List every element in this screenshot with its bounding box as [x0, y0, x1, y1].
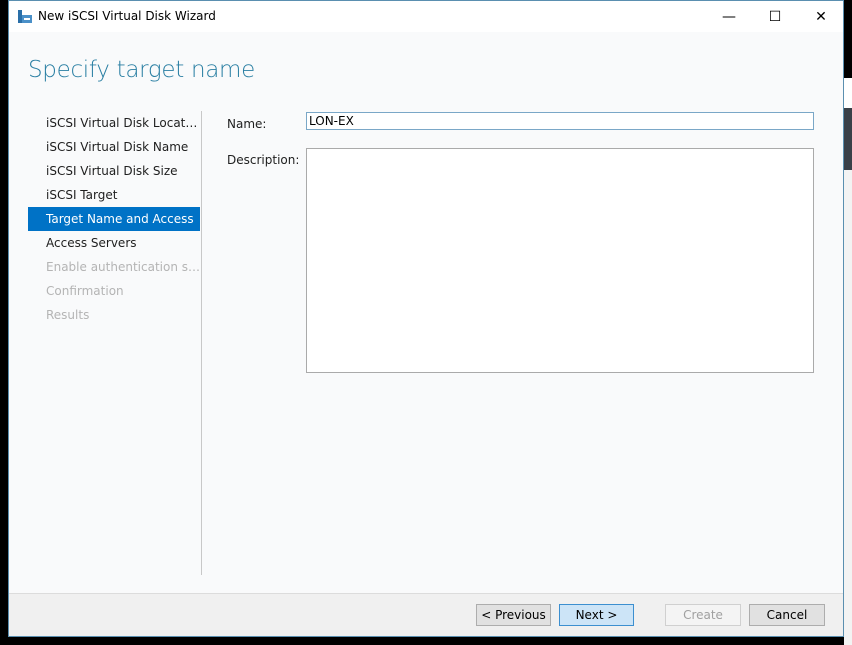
cancel-button[interactable]: Cancel [749, 604, 825, 626]
nav-divider [201, 111, 202, 575]
nav-step-authentication: Enable authentication ser... [46, 260, 200, 274]
create-button: Create [665, 604, 741, 626]
nav-step-confirmation: Confirmation [46, 284, 124, 298]
nav-step-disk-size[interactable]: iSCSI Virtual Disk Size [28, 159, 200, 183]
wizard-steps-nav: iSCSI Virtual Disk Location iSCSI Virtua… [28, 111, 200, 327]
wizard-footer: < Previous Next > Create Cancel [9, 593, 843, 636]
title-bar[interactable]: New iSCSI Virtual Disk Wizard — ☐ ✕ [9, 1, 843, 32]
nav-step-target-name-access[interactable]: Target Name and Access [28, 207, 200, 231]
nav-step-disk-name[interactable]: iSCSI Virtual Disk Name [28, 135, 200, 159]
page-title: Specify target name [28, 57, 255, 83]
previous-button[interactable]: < Previous [476, 604, 551, 626]
nav-step-results: Results [46, 308, 90, 322]
nav-step-access-servers[interactable]: Access Servers [28, 231, 200, 255]
minimize-button[interactable]: — [706, 1, 752, 32]
maximize-button[interactable]: ☐ [752, 1, 798, 32]
description-input[interactable] [306, 148, 814, 373]
name-input[interactable] [306, 112, 814, 130]
description-label: Description: [227, 153, 300, 167]
name-label: Name: [227, 117, 267, 131]
window-title: New iSCSI Virtual Disk Wizard [38, 9, 216, 23]
nav-step-disk-location[interactable]: iSCSI Virtual Disk Location [28, 111, 200, 135]
server-manager-icon [18, 10, 32, 23]
close-button[interactable]: ✕ [798, 1, 844, 32]
next-button[interactable]: Next > [559, 604, 634, 626]
nav-step-iscsi-target[interactable]: iSCSI Target [28, 183, 200, 207]
wizard-window: New iSCSI Virtual Disk Wizard — ☐ ✕ Spec… [8, 0, 844, 637]
